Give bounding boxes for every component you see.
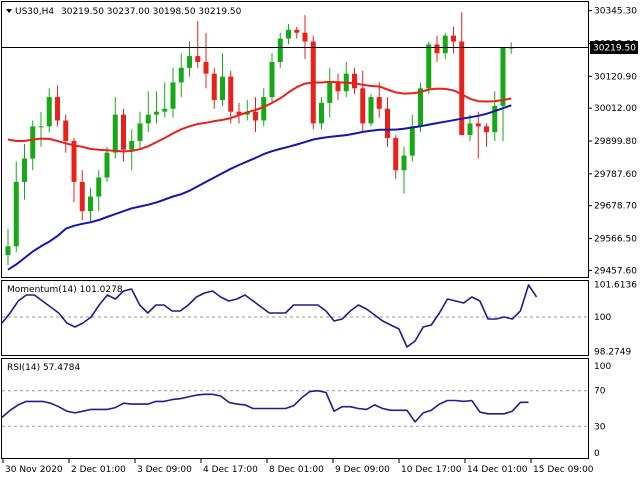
momentum-title: Momentum(14) 101.0278 <box>7 285 123 295</box>
momentum-axis: 101.6136 100 98.2749 <box>594 281 637 358</box>
time-tick-label: 2 Dec 01:00 <box>71 465 126 475</box>
time-axis: 30 Nov 2020 2 Dec 01:00 3 Dec 09:00 4 Dec 1… <box>2 459 594 475</box>
time-tick-label: 15 Dec 09:00 <box>533 465 594 475</box>
candle-body <box>442 35 448 54</box>
candle-body <box>63 120 69 141</box>
candle-body <box>13 181 19 247</box>
candle-body <box>484 126 489 133</box>
rsi-axis: 100 70 30 0 <box>594 362 611 459</box>
candle-body <box>170 82 176 109</box>
candles <box>5 12 514 266</box>
candle-body <box>277 38 283 62</box>
candle-body <box>459 41 465 136</box>
candle-body <box>401 155 407 171</box>
candle-body <box>22 158 27 182</box>
time-tick-label: 10 Dec 17:00 <box>401 465 462 475</box>
momentum-tick-label: 100 <box>594 313 611 323</box>
rsi-title: RSI(14) 57.4784 <box>7 363 80 373</box>
time-tick-label: 8 Dec 01:00 <box>269 465 324 475</box>
time-tick-label: 9 Dec 09:00 <box>335 465 390 475</box>
rsi-line <box>1 389 529 423</box>
rsi-tick-label: 0 <box>594 449 600 459</box>
candle-body <box>294 29 300 33</box>
candle-body <box>475 123 481 127</box>
ohlc-readout: 30219.50 30237.00 30198.50 30219.50 <box>61 7 242 17</box>
symbol-title: US30,H4 <box>15 7 54 17</box>
candle-body <box>211 73 217 101</box>
symbol-header: US30,H4 30219.50 30237.00 30198.50 30219… <box>6 7 242 17</box>
candle-body <box>451 35 456 42</box>
time-tick-label: 30 Nov 2020 <box>5 465 63 475</box>
candle-body <box>335 82 341 92</box>
time-tick-label: 4 Dec 17:00 <box>203 465 258 475</box>
price-tick-label: 30345.30 <box>594 7 637 17</box>
candle-body <box>434 44 440 54</box>
time-tick-label: 3 Dec 09:00 <box>137 465 192 475</box>
candle-body <box>409 126 415 156</box>
price-tick-label: 30120.90 <box>594 72 637 82</box>
chart-window: 30345.3030233.0030120.9030012.0029899.80… <box>0 0 640 480</box>
candle-body <box>376 97 382 109</box>
candle-body <box>30 126 36 159</box>
candle-body <box>286 29 291 39</box>
candle-body <box>96 177 102 197</box>
candle-body <box>426 44 432 89</box>
price-tick-label: 29787.60 <box>594 170 637 180</box>
current-price-label: 30219.50 <box>593 43 636 53</box>
moving-averages <box>7 80 512 271</box>
candle-body <box>162 108 168 112</box>
rsi-tick-label: 30 <box>594 422 606 432</box>
candle-body <box>500 47 506 106</box>
price-tick-label: 29678.70 <box>594 202 637 212</box>
momentum-tick-label: 101.6136 <box>594 281 637 291</box>
candle-body <box>5 246 11 256</box>
candle-body <box>104 152 110 178</box>
chart-canvas: 30345.3030233.0030120.9030012.0029899.80… <box>1 1 638 475</box>
candle-body <box>88 196 93 212</box>
candle-body <box>187 56 192 68</box>
candle-body <box>137 123 143 141</box>
indicator-lines <box>1 284 538 423</box>
candle-body <box>368 97 374 124</box>
candle-body <box>269 61 275 98</box>
candle-body <box>145 114 151 124</box>
candle-body <box>220 76 225 101</box>
candle-body <box>302 32 308 42</box>
price-tick-label: 30012.00 <box>594 104 637 114</box>
candle-body <box>261 97 267 121</box>
momentum-tick-label: 98.2749 <box>594 348 631 358</box>
candle-body <box>253 111 258 121</box>
price-tick-label: 29899.80 <box>594 137 637 147</box>
candle-body <box>55 97 60 121</box>
collapse-triangle-icon[interactable] <box>6 9 12 13</box>
candle-body <box>228 76 234 112</box>
price-tick-label: 29566.50 <box>594 235 637 245</box>
candle-body <box>385 108 390 139</box>
candle-body <box>79 181 85 212</box>
candle-body <box>203 61 209 74</box>
rsi-tick-label: 70 <box>594 387 606 397</box>
candle-body <box>360 88 366 124</box>
candle-body <box>121 114 126 150</box>
candle-body <box>178 67 184 83</box>
candle-body <box>327 82 333 103</box>
candle-body <box>129 140 135 150</box>
candle-body <box>418 88 423 127</box>
rsi-panel-frame <box>1 358 589 459</box>
fast-moving-average-line <box>7 80 512 153</box>
time-tick-label: 14 Dec 01:00 <box>467 465 528 475</box>
candle-body <box>112 114 118 153</box>
candle-body <box>154 111 159 115</box>
candle-body <box>38 126 44 128</box>
candle-body <box>352 73 357 89</box>
price-panel-frame <box>1 1 589 278</box>
candle-body <box>46 97 52 127</box>
candle-body <box>393 138 399 171</box>
candle-body <box>319 102 324 124</box>
candle-body <box>195 56 201 62</box>
rsi-tick-label: 100 <box>594 362 611 372</box>
candle-body <box>467 123 473 136</box>
price-tick-label: 29457.60 <box>594 266 637 276</box>
candle-body <box>71 140 77 182</box>
